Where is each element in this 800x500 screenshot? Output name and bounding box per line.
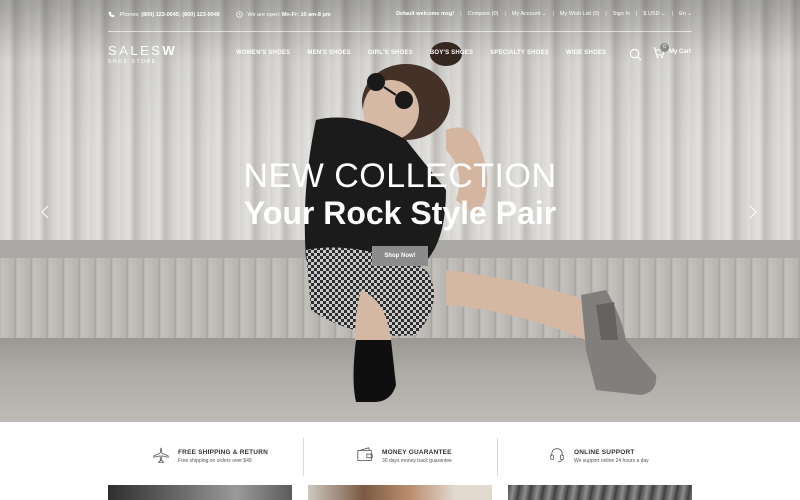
my-account-dropdown[interactable]: My Account ⌄	[512, 11, 547, 17]
phones-value: (800) 123-0045; (800) 123-0046	[141, 11, 220, 18]
phones-info: Phones: (800) 123-0045; (800) 123-0046	[108, 11, 220, 18]
cart-button[interactable]: 0 My Cart	[652, 43, 692, 59]
shop-now-button[interactable]: Shop Now!	[372, 246, 428, 266]
sign-in-link[interactable]: Sign In	[613, 11, 630, 17]
feature-title: MONEY GUARANTEE	[382, 449, 452, 456]
feature-free-shipping: FREE SHIPPING & RETURN Free shipping on …	[152, 438, 268, 476]
feature-divider	[497, 438, 498, 476]
hero-title: NEW COLLECTION	[243, 157, 557, 195]
welcome-message: Default welcome msg!	[396, 11, 455, 17]
chevron-right-icon[interactable]	[748, 205, 758, 219]
currency-label: $ USD	[643, 11, 660, 17]
hours-label: We are open:	[247, 11, 281, 18]
header-divider	[108, 31, 692, 32]
feature-money-guarantee: MONEY GUARANTEE 30 days money back guara…	[356, 438, 452, 476]
promo-banner-2[interactable]	[308, 485, 492, 500]
promo-banner-1[interactable]	[108, 485, 292, 500]
features-bar: FREE SHIPPING & RETURN Free shipping on …	[108, 438, 692, 476]
nav-item-specialty-shoes[interactable]: SPECIALTY SHOES	[490, 50, 549, 56]
my-account-label: My Account	[511, 11, 541, 17]
separator: |	[552, 11, 554, 17]
cart-count-badge: 0	[660, 43, 669, 52]
wish-list-link[interactable]: My Wish List (0)	[560, 11, 599, 17]
nav-item-girls-shoes[interactable]: GIRL'S SHOES	[368, 50, 413, 56]
feature-desc: 30 days money back guarantee	[382, 458, 452, 464]
chevron-down-icon: ⌄	[661, 11, 666, 17]
language-label: En	[679, 11, 686, 17]
main-nav: WOMEN'S SHOES MEN'S SHOES GIRL'S SHOES B…	[236, 50, 606, 56]
top-bar: Phones: (800) 123-0045; (800) 123-0046 W…	[108, 11, 692, 23]
separator: |	[635, 11, 638, 17]
chevron-down-icon: ⌄	[541, 11, 547, 17]
feature-desc: We support online 24 hours a day	[574, 458, 649, 464]
hours-value: Mn-Fr: 10 am-8 pm	[281, 11, 331, 18]
feature-title: ONLINE SUPPORT	[574, 449, 635, 456]
compare-link[interactable]: Compare (0)	[468, 11, 499, 17]
separator: |	[671, 11, 674, 17]
feature-divider	[303, 438, 304, 476]
wallet-icon	[357, 447, 373, 461]
cart-label: My Cart	[669, 49, 692, 55]
promo-banner-3[interactable]	[508, 485, 692, 500]
feature-text: MONEY GUARANTEE 30 days money back guara…	[382, 438, 452, 464]
nav-item-boys-shoes[interactable]: BOY'S SHOES	[430, 50, 473, 56]
headset-icon	[550, 448, 564, 463]
airplane-icon	[153, 447, 169, 464]
feature-desc: Free shipping on orders over $49	[178, 458, 252, 464]
store-logo[interactable]: SALESW SHOE STORE	[108, 43, 177, 65]
nav-item-womens-shoes[interactable]: WOMEN'S SHOES	[236, 50, 290, 56]
currency-dropdown[interactable]: $ USD ⌄	[643, 11, 665, 17]
chevron-down-icon: ⌄	[687, 11, 692, 17]
nav-item-mens-shoes[interactable]: MEN'S SHOES	[307, 50, 351, 56]
separator: |	[504, 11, 506, 17]
feature-online-support: ONLINE SUPPORT We support online 24 hour…	[548, 438, 649, 476]
nav-item-wide-shoes[interactable]: WIDE SHOES	[566, 50, 606, 56]
logo-subtitle: SHOE STORE	[108, 59, 157, 65]
logo-text: SALESW	[108, 43, 177, 58]
search-icon[interactable]	[629, 48, 642, 61]
separator: |	[460, 11, 462, 17]
feature-text: FREE SHIPPING & RETURN Free shipping on …	[178, 438, 268, 464]
logo-main-bold: W	[162, 43, 178, 58]
logo-main-light: SALES	[108, 43, 163, 58]
clock-icon	[236, 11, 243, 18]
separator: |	[605, 11, 607, 17]
phone-icon	[108, 11, 115, 18]
hero-subtitle: Your Rock Style Pair	[243, 195, 557, 231]
language-dropdown[interactable]: En ⌄	[679, 11, 692, 17]
cart-icon: 0	[652, 43, 669, 59]
feature-text: ONLINE SUPPORT We support online 24 hour…	[574, 438, 649, 464]
phones-label: Phones:	[119, 11, 140, 18]
feature-title: FREE SHIPPING & RETURN	[178, 449, 268, 456]
chevron-left-icon[interactable]	[40, 205, 50, 219]
hours-info: We are open: Mn-Fr: 10 am-8 pm	[236, 11, 331, 18]
